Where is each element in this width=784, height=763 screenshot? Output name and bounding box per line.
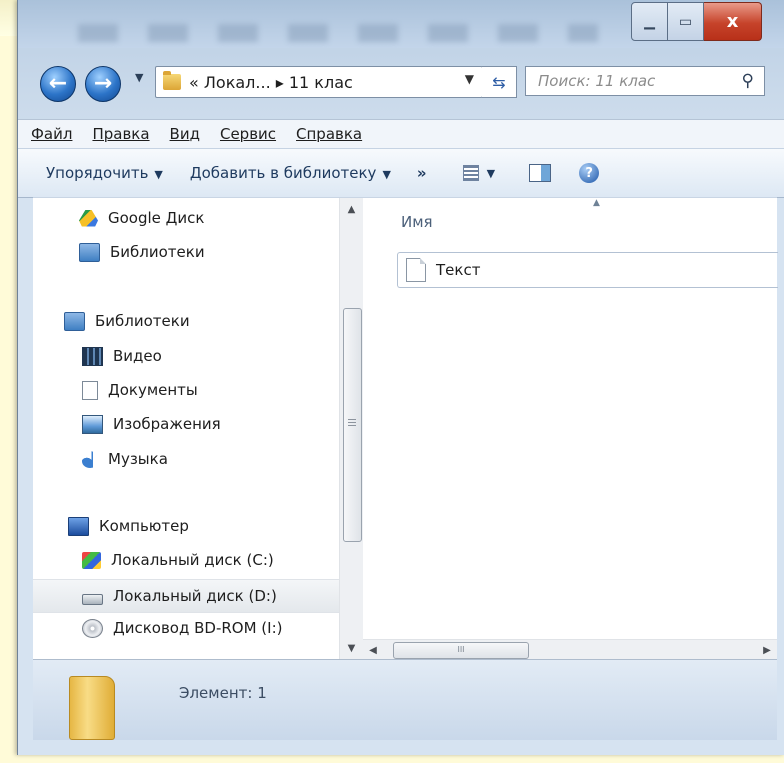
nav-item-label: Компьютер [99,517,189,535]
menu-help[interactable]: Справка [286,125,372,143]
nav-item-bd-rom[interactable]: Дисковод BD-ROM (I:) [33,612,339,644]
nav-item-pictures[interactable]: Изображения [33,408,339,440]
nav-item-label: Локальный диск (C:) [111,551,274,569]
nav-item-music[interactable]: Музыка [33,443,339,475]
title-blur [78,24,598,42]
grip-icon [348,419,356,428]
item-count: Элемент: 1 [179,684,267,702]
music-icon [82,450,98,468]
menu-bar: Файл Правка Вид Сервис Справка [18,119,784,148]
change-view-icon[interactable] [462,165,479,181]
nav-item-label: Документы [108,381,198,399]
nav-item-label: Google Диск [108,209,205,227]
scroll-up-icon[interactable]: ▲ [340,198,363,220]
menu-edit[interactable]: Правка [82,125,159,143]
menu-view[interactable]: Вид [160,125,210,143]
details-pane: Элемент: 1 [33,659,777,740]
add-to-library-label: Добавить в библиотеку [189,164,377,182]
nav-item-label: Дисковод BD-ROM (I:) [113,619,283,637]
nav-item-label: Библиотеки [110,243,205,261]
optical-drive-icon [82,618,103,638]
preview-pane-icon[interactable] [529,164,552,182]
address-dropdown-icon[interactable]: ▼ [465,72,474,86]
google-drive-icon [79,209,98,227]
back-button[interactable]: ← [40,66,76,102]
back-arrow-icon: ← [48,71,68,96]
file-item[interactable]: Текст [397,252,778,288]
nav-item-label: Музыка [108,450,168,468]
nav-item-label: Видео [113,347,162,365]
nav-item-google-drive[interactable]: Google Диск [33,202,339,234]
explorer-window: ▁ ▭ x ← → ▼ « Локал... ▸ 11 клас ▼ ⇆ Пои… [17,0,784,755]
navigation-row: ← → ▼ « Локал... ▸ 11 клас ▼ ⇆ Поиск: 11… [18,66,784,106]
folder-icon [163,71,181,90]
minimize-button[interactable]: ▁ [631,2,668,41]
more-commands-button[interactable]: » [417,164,427,182]
nav-item-libraries-favorite[interactable]: Библиотеки [33,236,339,268]
command-bar: Упорядочить ▼ Добавить в библиотеку ▼ » ▼ … [18,148,784,198]
folder-icon [69,676,115,740]
maximize-icon: ▭ [678,13,693,30]
scroll-right-icon[interactable]: ▶ [757,640,777,660]
scroll-down-icon[interactable]: ▼ [340,637,363,659]
menu-file[interactable]: Файл [18,125,82,143]
add-to-library-button[interactable]: Добавить в библиотеку ▼ [190,164,391,182]
scroll-left-icon[interactable]: ◀ [363,640,383,660]
close-button[interactable]: x [704,2,762,41]
refresh-icon: ⇆ [492,72,506,92]
address-bar[interactable]: « Локал... ▸ 11 клас ▼ [155,66,483,98]
window-controls: ▁ ▭ x [631,2,762,41]
navigation-scrollbar[interactable]: ▲ ▼ [339,198,363,659]
organize-button[interactable]: Упорядочить ▼ [46,164,163,182]
file-list-horizontal-scrollbar[interactable]: ◀ III ▶ [363,639,777,660]
nav-item-libraries[interactable]: Библиотеки [33,305,339,337]
maximize-button[interactable]: ▭ [668,2,704,41]
forward-arrow-icon: → [93,71,113,96]
nav-item-label: Локальный диск (D:) [113,587,277,605]
windows-drive-icon [82,551,101,569]
view-dropdown-icon[interactable]: ▼ [487,167,495,180]
libraries-icon [79,242,100,262]
scroll-thumb[interactable] [343,308,362,542]
search-placeholder: Поиск: 11 клас [538,72,656,90]
file-name: Текст [436,261,481,279]
close-icon: x [726,11,739,32]
refresh-button[interactable]: ⇆ [482,66,517,98]
menu-tools[interactable]: Сервис [210,125,286,143]
nav-item-video[interactable]: Видео [33,340,339,372]
organize-label: Упорядочить [46,164,149,182]
navigation-pane: Google Диск Библиотеки Библиотеки Видео … [33,198,339,659]
text-file-icon [406,258,426,282]
chevron-down-icon: ▼ [154,168,163,181]
computer-icon [68,516,89,536]
content-area: Google Диск Библиотеки Библиотеки Видео … [33,197,778,660]
search-input[interactable]: Поиск: 11 клас ⚲ [525,66,765,96]
forward-button[interactable]: → [85,66,121,102]
file-list-pane: ▲ Имя Текст ◀ III ▶ [363,198,778,660]
libraries-icon [64,311,85,331]
drive-icon [82,593,103,605]
nav-item-drive-d[interactable]: Локальный диск (D:) [33,579,339,613]
nav-item-label: Изображения [113,415,221,433]
recent-pages-dropdown[interactable]: ▼ [135,71,143,84]
address-path: « Локал... ▸ 11 клас [189,72,353,92]
nav-item-label: Библиотеки [95,312,190,330]
documents-icon [82,380,98,400]
pictures-icon [82,414,103,434]
help-icon[interactable]: ? [579,163,600,183]
minimize-icon: ▁ [644,13,655,30]
nav-item-documents[interactable]: Документы [33,374,339,406]
nav-item-computer[interactable]: Компьютер [33,510,339,542]
title-bar[interactable]: ▁ ▭ x [18,0,784,48]
column-header-name[interactable]: Имя [401,213,433,231]
horizontal-scroll-thumb[interactable]: III [393,642,529,659]
sort-arrow-icon: ▲ [593,198,600,208]
search-icon[interactable]: ⚲ [742,71,754,91]
chevron-down-icon: ▼ [382,168,391,181]
nav-item-drive-c[interactable]: Локальный диск (C:) [33,544,339,576]
video-icon [82,346,103,366]
